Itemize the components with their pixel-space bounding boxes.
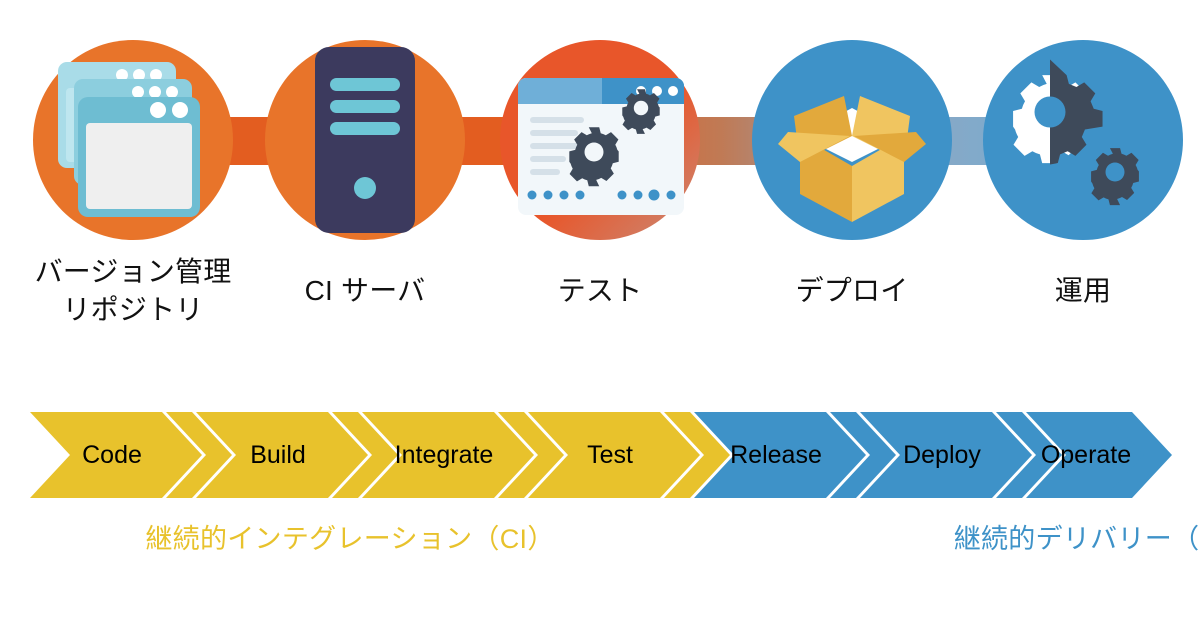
stage-label-ci-server: CI サーバ [304,275,426,306]
stacked-windows-icon [58,62,200,217]
cicd-step-band: Code Build Integrate Test Release Deploy… [30,412,1172,498]
cicd-pipeline-diagram: バージョン管理 リポジトリ CI サーバ テスト デプロイ 運用 Code Bui… [0,0,1200,630]
stage-label-test: テスト [557,275,643,306]
band-step-label: Release [730,441,822,469]
band-step-label: Integrate [395,441,494,469]
band-step-label: Code [82,441,142,469]
caption-continuous-delivery: 継続的デリバリー（CD） [953,524,1200,554]
band-step-label: Test [587,441,633,469]
stage-label-operate: 運用 [1054,275,1112,306]
band-step-label: Operate [1041,441,1131,469]
band-step-label: Build [250,441,306,469]
band-step-code[interactable]: Code [30,412,202,498]
server-tower-icon [315,47,415,233]
band-step-label: Deploy [903,441,981,469]
stage-label-deploy: デプロイ [795,275,909,306]
browser-gears-icon [518,78,684,215]
caption-continuous-integration: 継続的インテグレーション（CI） [145,524,555,554]
stage-label-version-control: バージョン管理 リポジトリ [34,256,232,325]
